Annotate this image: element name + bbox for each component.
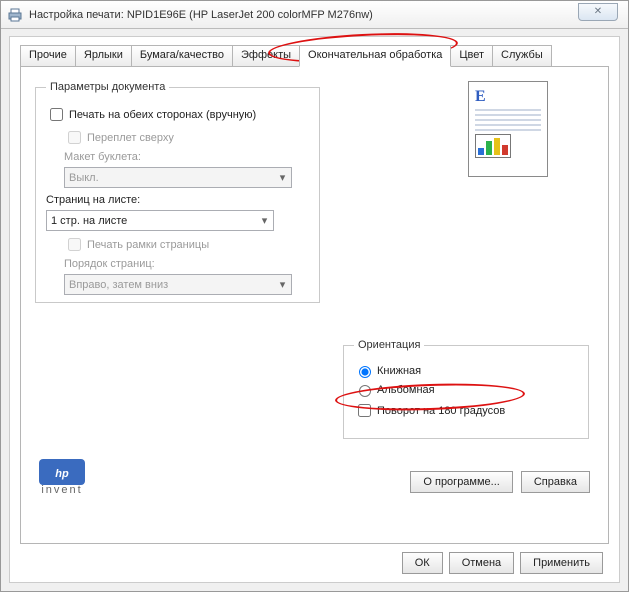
print-settings-window: Настройка печати: NPID1E96E (HP LaserJet…: [0, 0, 629, 592]
chevron-down-icon: ▾: [274, 278, 291, 291]
checkbox-rotate-180[interactable]: [358, 404, 371, 417]
label-page-order: Порядок страниц:: [64, 258, 309, 270]
radio-portrait[interactable]: [359, 366, 371, 378]
checkbox-duplex[interactable]: [50, 108, 63, 121]
about-button[interactable]: О программе...: [410, 471, 512, 493]
preview-text-lines: [475, 109, 541, 131]
tab-paper-quality[interactable]: Бумага/качество: [131, 45, 233, 67]
chevron-down-icon: ▾: [274, 171, 291, 184]
tabstrip: Прочие Ярлыки Бумага/качество Эффекты Ок…: [20, 45, 609, 67]
label-pages-per-sheet: Страниц на листе:: [46, 194, 309, 206]
tab-panel-finishing: Параметры документа Печать на обеих стор…: [20, 66, 609, 544]
preview-chart-icon: [475, 134, 511, 158]
preview-letter: E: [475, 88, 541, 106]
label-rotate-180: Поворот на 180 градусов: [377, 405, 505, 417]
ok-button[interactable]: ОК: [402, 552, 443, 574]
select-pages-per-sheet[interactable]: 1 стр. на листе ▾: [46, 210, 274, 231]
select-page-order: Вправо, затем вниз ▾: [64, 274, 292, 295]
chevron-down-icon: ▾: [256, 214, 273, 227]
tab-services[interactable]: Службы: [492, 45, 552, 67]
group-document-params: Параметры документа Печать на обеих стор…: [35, 81, 320, 303]
label-page-borders: Печать рамки страницы: [87, 239, 209, 251]
hp-logo: hp invent: [39, 459, 85, 495]
group-orientation: Ориентация Книжная Альбомная Поворот на …: [343, 339, 589, 439]
label-portrait: Книжная: [377, 365, 421, 377]
select-page-order-value: Вправо, затем вниз: [69, 279, 168, 291]
select-booklet-value: Выкл.: [69, 172, 99, 184]
tab-shortcuts[interactable]: Ярлыки: [75, 45, 132, 67]
select-pages-value: 1 стр. на листе: [51, 215, 127, 227]
page-preview: E: [468, 81, 548, 177]
titlebar: Настройка печати: NPID1E96E (HP LaserJet…: [1, 1, 628, 29]
select-booklet-layout: Выкл. ▾: [64, 167, 292, 188]
cancel-button[interactable]: Отмена: [449, 552, 514, 574]
help-button[interactable]: Справка: [521, 471, 590, 493]
label-flip-up: Переплет сверху: [87, 132, 174, 144]
group-orientation-legend: Ориентация: [354, 339, 424, 351]
svg-text:hp: hp: [55, 468, 69, 480]
printer-icon: [7, 7, 23, 23]
footer-buttons-1: О программе... Справка: [410, 471, 590, 493]
svg-text:invent: invent: [41, 484, 82, 495]
label-landscape: Альбомная: [377, 384, 435, 396]
label-duplex: Печать на обеих сторонах (вручную): [69, 109, 256, 121]
client-area: Прочие Ярлыки Бумага/качество Эффекты Ок…: [9, 36, 620, 583]
tab-effects[interactable]: Эффекты: [232, 45, 300, 67]
window-title: Настройка печати: NPID1E96E (HP LaserJet…: [29, 9, 373, 21]
footer-buttons-2: ОК Отмена Применить: [402, 552, 603, 574]
label-booklet-layout: Макет буклета:: [64, 151, 309, 163]
window-close-button[interactable]: ✕: [578, 3, 618, 21]
checkbox-page-borders: [68, 238, 81, 251]
apply-button[interactable]: Применить: [520, 552, 603, 574]
radio-landscape[interactable]: [359, 385, 371, 397]
checkbox-flip-up: [68, 131, 81, 144]
tab-finishing[interactable]: Окончательная обработка: [299, 45, 451, 67]
tab-other[interactable]: Прочие: [20, 45, 76, 67]
group-document-params-legend: Параметры документа: [46, 81, 169, 93]
tab-color[interactable]: Цвет: [450, 45, 493, 67]
